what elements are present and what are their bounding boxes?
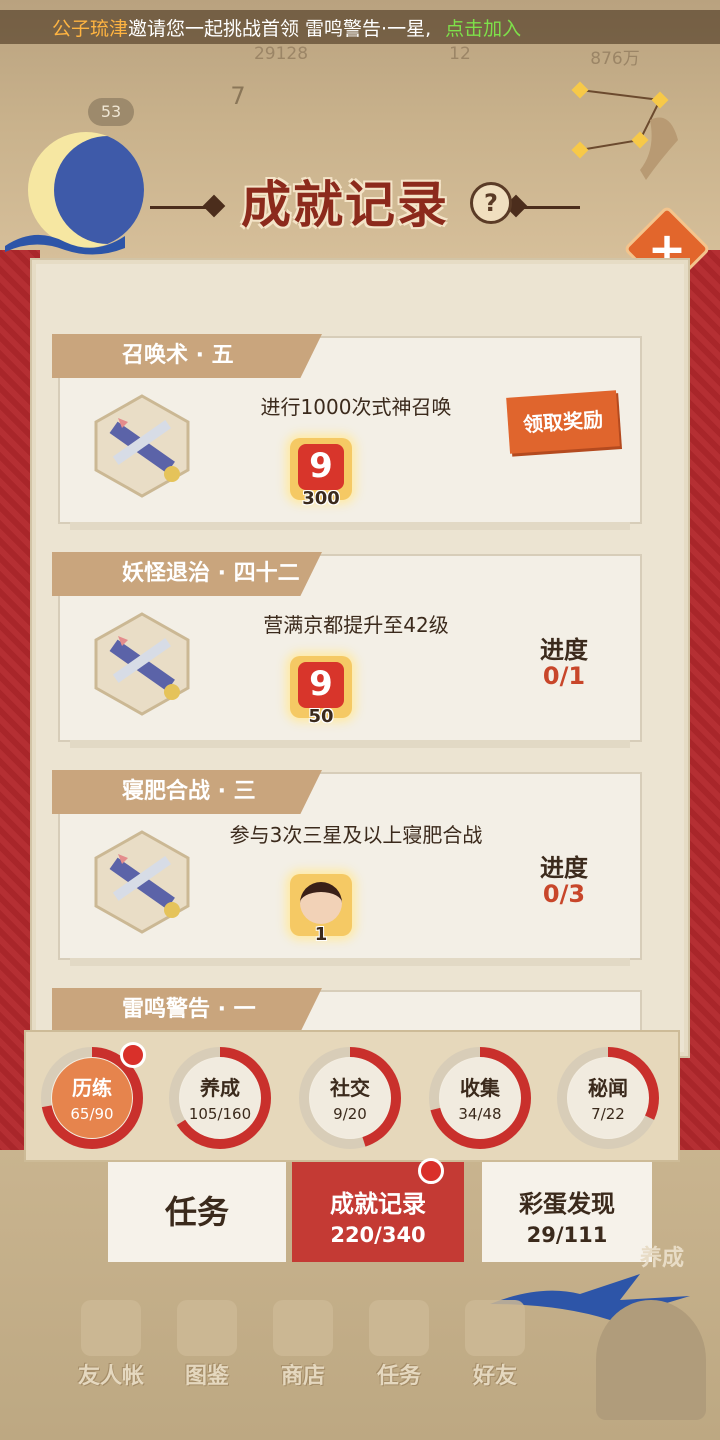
inviter-name[interactable]: 公子琉津	[52, 14, 128, 41]
progress-value: 0/1	[542, 662, 586, 690]
achievement-list[interactable]: 召唤术 · 五 进行1000次式神召唤 9 300 领取奖励 妖怪退治 · 四十…	[30, 258, 690, 1058]
crossed-blades-icon	[94, 612, 190, 716]
category-label: 历练 65/90	[52, 1058, 132, 1138]
side-label-yangcheng[interactable]: 养成	[640, 1240, 684, 1272]
achievement-card[interactable]: 寝肥合战 · 三 参与3次三星及以上寝肥合战 1 进度 0/3	[52, 770, 642, 966]
resource-gold: 876万	[590, 49, 640, 69]
page-title: 成就记录	[241, 176, 449, 234]
reward-amount: 300	[302, 488, 340, 509]
notification-dot	[120, 1042, 146, 1068]
category-name: 历练	[72, 1076, 112, 1100]
player-level-badge: 53	[88, 98, 134, 126]
claim-reward-button[interactable]: 领取奖励	[506, 390, 620, 454]
tab-title: 成就记录	[330, 1190, 426, 1218]
reward-item[interactable]: 9 50	[290, 656, 352, 727]
blue-wave-decoration	[5, 234, 125, 255]
friends-icon	[465, 1300, 525, 1356]
category-count: 34/48	[458, 1105, 502, 1123]
page-title-header: 成就记录	[150, 170, 580, 240]
nav-friend-book[interactable]: 友人帐	[66, 1300, 156, 1400]
tab-task[interactable]: 任务	[108, 1162, 286, 1262]
category-name: 养成	[200, 1076, 240, 1100]
nav-label: 任务	[376, 1364, 421, 1389]
category-miwen[interactable]: 秘闻 7/22	[556, 1046, 660, 1150]
category-label: 养成 105/160	[180, 1058, 260, 1138]
invite-banner[interactable]: 公子琉津 邀请您一起挑战首领 雷鸣警告·一星, 点击加入	[0, 10, 720, 44]
tab-count: 29/111	[526, 1223, 608, 1247]
lucky-cat-icon	[273, 1300, 333, 1356]
category-count: 9/20	[333, 1105, 367, 1123]
join-link[interactable]: 点击加入	[445, 14, 521, 41]
category-shejiao[interactable]: 社交 9/20	[298, 1046, 402, 1150]
category-shouji[interactable]: 收集 34/48	[428, 1046, 532, 1150]
category-name: 社交	[330, 1076, 370, 1100]
category-count: 105/160	[188, 1105, 252, 1123]
reward-item[interactable]: 9 300	[290, 438, 352, 509]
category-name: 收集	[460, 1076, 500, 1100]
reward-amount: 50	[308, 706, 334, 727]
date-badge: 7	[230, 82, 246, 110]
resource-gou-yu: 12	[449, 44, 471, 64]
category-yangcheng[interactable]: 养成 105/160	[168, 1046, 272, 1150]
category-name: 秘闻	[588, 1076, 628, 1100]
nine-coin-icon: 9	[298, 662, 344, 708]
achievement-name: 寝肥合战 · 三	[52, 770, 322, 814]
nav-label: 好友	[472, 1364, 517, 1389]
nav-shop[interactable]: 商店	[258, 1300, 348, 1400]
progress-label: 进度	[540, 854, 588, 882]
achievement-name: 召唤术 · 五	[52, 334, 322, 378]
nav-friends[interactable]: 好友	[450, 1300, 540, 1400]
achievement-description: 营满京都提升至42级	[263, 613, 449, 637]
tab-title: 彩蛋发现	[519, 1190, 615, 1218]
nav-task[interactable]: 任务	[354, 1300, 444, 1400]
resource-stamina: 29128	[253, 44, 309, 64]
category-label: 社交 9/20	[310, 1058, 390, 1138]
nav-encyclopedia[interactable]: 图鉴	[162, 1300, 252, 1400]
character-avatar[interactable]	[596, 1300, 706, 1420]
nav-label: 商店	[280, 1364, 325, 1389]
category-bar: 历练 65/90 养成 105/160 社交 9/20 收集 34/48 秘闻 …	[24, 1030, 680, 1162]
avatar-icon	[300, 882, 342, 924]
category-count: 65/90	[70, 1105, 114, 1123]
category-lilian[interactable]: 历练 65/90	[40, 1042, 146, 1150]
nav-label: 友人帐	[77, 1364, 144, 1389]
help-button[interactable]: ?	[470, 182, 512, 224]
achievement-card[interactable]: 召唤术 · 五 进行1000次式神召唤 9 300 领取奖励	[52, 334, 642, 530]
crossed-blades-icon	[94, 830, 190, 934]
crossed-blades-icon	[94, 394, 190, 498]
progress-value: 0/3	[542, 880, 586, 908]
reward-item[interactable]: 1	[290, 874, 352, 945]
category-count: 7/22	[591, 1105, 625, 1123]
nav-label: 图鉴	[184, 1364, 229, 1389]
progress-label: 进度	[540, 636, 588, 664]
eye-book-icon	[177, 1300, 237, 1356]
category-label: 收集 34/48	[440, 1058, 520, 1138]
friend-book-icon	[81, 1300, 141, 1356]
tab-achievement[interactable]: 成就记录 220/340	[292, 1158, 464, 1262]
nine-coin-icon: 9	[298, 444, 344, 490]
notification-dot	[418, 1158, 444, 1184]
reward-amount: 1	[314, 924, 328, 945]
achievement-description: 参与3次三星及以上寝肥合战	[229, 823, 483, 847]
achievement-card[interactable]: 妖怪退治 · 四十二 营满京都提升至42级 9 50 进度 0/1	[52, 552, 642, 748]
task-scroll-icon	[369, 1300, 429, 1356]
title-divider-right	[518, 206, 580, 209]
achievement-description: 进行1000次式神召唤	[260, 395, 452, 419]
achievement-name: 妖怪退治 · 四十二	[52, 552, 322, 596]
tab-count: 220/340	[330, 1223, 426, 1247]
achievement-name: 雷鸣警告 · 一	[52, 988, 322, 1032]
category-label: 秘闻 7/22	[568, 1058, 648, 1138]
invite-text: 邀请您一起挑战首领 雷鸣警告·一星,	[128, 17, 432, 40]
tab-easter-egg[interactable]: 彩蛋发现 29/111	[482, 1162, 652, 1262]
